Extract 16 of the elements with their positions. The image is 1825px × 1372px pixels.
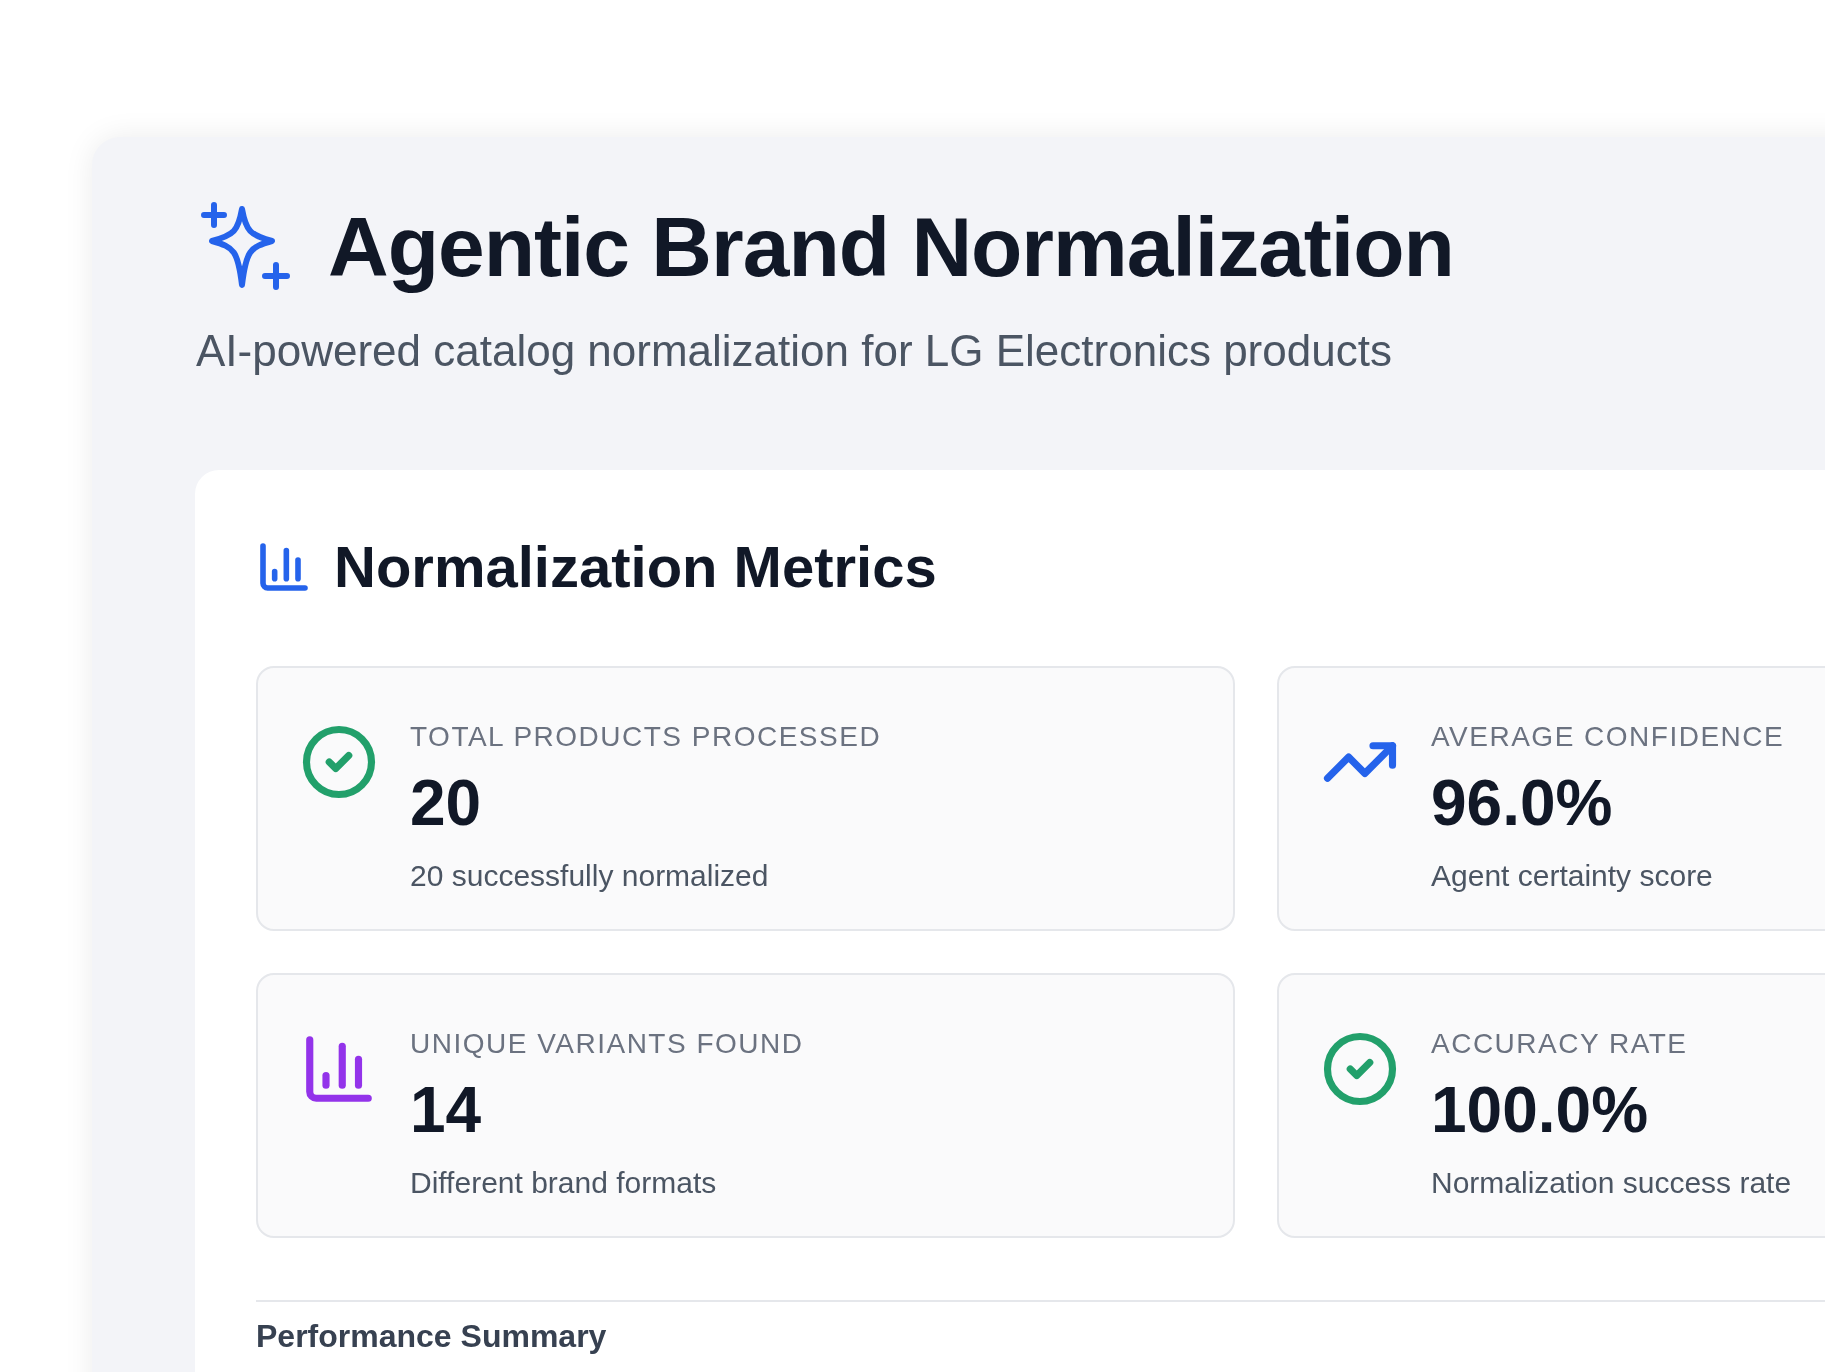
metric-value: 20 — [410, 771, 483, 835]
metric-label: UNIQUE VARIANTS FOUND — [410, 1030, 804, 1058]
metric-description: Different brand formats — [410, 1168, 718, 1198]
metric-description: Agent certainty score — [1431, 861, 1714, 891]
metric-label: ACCURACY RATE — [1431, 1030, 1689, 1058]
metric-value: 100.0% — [1431, 1078, 1650, 1142]
metric-description: Normalization success rate — [1431, 1168, 1792, 1198]
metric-description: 20 successfully normalized — [410, 861, 770, 891]
section-title: Normalization Metrics — [334, 538, 937, 596]
metric-value: 96.0% — [1431, 771, 1614, 835]
page-subtitle: AI-powered catalog normalization for LG Electronics products — [195, 325, 1393, 377]
summary-title: Performance Summary — [256, 1320, 608, 1352]
metric-value: 14 — [410, 1078, 483, 1142]
sparkles-icon — [200, 201, 292, 293]
metric-label: TOTAL PRODUCTS PROCESSED — [410, 723, 882, 751]
metric-label: AVERAGE CONFIDENCE — [1431, 723, 1785, 751]
